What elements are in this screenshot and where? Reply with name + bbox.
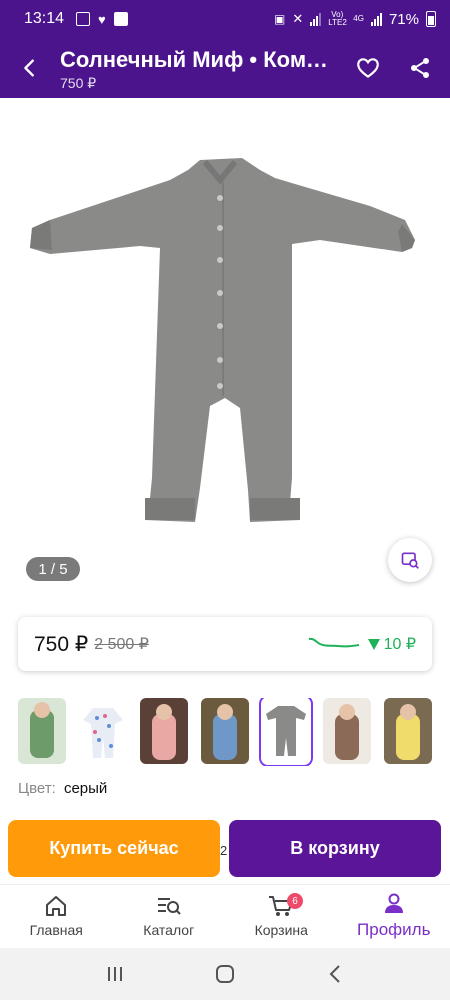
price-drop-value: 10 ₽	[383, 636, 416, 653]
swatch-brown[interactable]	[323, 698, 371, 764]
product-price-subtitle: 750 ₽	[60, 74, 97, 91]
nav-profile-label: Профиль	[357, 920, 431, 939]
color-selection: Цвет: серый	[18, 780, 107, 797]
swatch-blue[interactable]	[201, 698, 249, 764]
swatch-pink[interactable]	[140, 698, 188, 764]
price-trend[interactable]: 10 ₽	[308, 634, 416, 654]
chevron-left-icon	[329, 965, 340, 983]
system-navigation-bar	[0, 948, 450, 1000]
price-card: 750 ₽ 2 500 ₽ 10 ₽	[18, 617, 432, 671]
image-counter: 1 / 5	[26, 557, 80, 581]
nav-catalog-label: Каталог	[143, 922, 195, 938]
nav-home[interactable]: Главная	[0, 885, 113, 948]
nav-profile[interactable]: Профиль	[338, 885, 450, 948]
arrow-left-icon	[24, 59, 34, 77]
add-to-cart-button[interactable]: В корзину	[229, 820, 441, 877]
price-drop-icon	[367, 638, 380, 650]
nav-cart[interactable]: 6 Корзина	[225, 885, 338, 948]
partially-hidden-text: 2	[220, 843, 228, 858]
signal-2-icon	[370, 12, 382, 26]
old-price: 2 500 ₽	[94, 636, 149, 653]
heart-outline-icon	[357, 58, 379, 78]
app-bar: Солнечный Миф • Комбинезон 750 ₽	[0, 38, 450, 98]
recent-apps-button[interactable]	[95, 954, 135, 994]
battery-percent: 71%	[388, 10, 419, 28]
swatch-print[interactable]	[79, 698, 127, 764]
check-notification-icon	[113, 12, 128, 26]
product-gallery[interactable]: 1 / 5	[0, 98, 450, 598]
battery-icon	[426, 11, 436, 27]
status-bar: 13:14 ♥ ▣ ✕ Vo) LTE2 4G 71%	[0, 0, 450, 38]
home-system-button[interactable]	[205, 954, 245, 994]
volte-label: Vo) LTE2	[328, 10, 347, 27]
signal-1-icon	[310, 12, 322, 26]
color-swatches	[18, 698, 450, 766]
swatch-yellow[interactable]	[384, 698, 432, 764]
gallery-notification-icon	[76, 12, 91, 26]
back-system-button[interactable]	[315, 954, 355, 994]
nav-home-label: Главная	[29, 922, 83, 938]
current-price: 750 ₽	[34, 632, 89, 656]
find-similar-button[interactable]	[388, 538, 432, 582]
lock-icon: ▣	[274, 12, 286, 26]
image-search-icon	[401, 552, 419, 569]
recent-apps-icon	[108, 967, 122, 981]
share-icon	[411, 58, 429, 78]
swatch-green[interactable]	[18, 698, 66, 764]
favorite-button[interactable]	[348, 48, 388, 88]
network-label: 4G	[353, 14, 364, 23]
swatch-gray[interactable]	[259, 698, 313, 766]
catalog-search-icon	[157, 898, 181, 915]
nav-catalog[interactable]: Каталог	[113, 885, 226, 948]
heart-rate-notification-icon: ♥	[98, 11, 106, 27]
share-button[interactable]	[400, 48, 440, 88]
bottom-navigation: Главная Каталог 6 Корзина Профиль	[0, 884, 450, 948]
profile-icon	[384, 893, 403, 913]
status-time: 13:14	[24, 10, 65, 27]
home-icon	[46, 896, 67, 916]
home-square-icon	[216, 965, 234, 983]
mute-icon: ✕	[292, 11, 304, 26]
nav-cart-label: Корзина	[254, 922, 308, 938]
product-image-gray-jumpsuit	[30, 158, 415, 522]
color-value: серый	[63, 780, 108, 797]
buy-now-button[interactable]: Купить сейчас	[8, 820, 220, 877]
back-button[interactable]	[0, 38, 60, 98]
color-label: Цвет:	[18, 780, 56, 797]
cart-badge: 6	[287, 893, 303, 909]
price-trend-sparkline-icon	[308, 637, 359, 648]
product-title: Солнечный Миф • Комбинезон	[60, 46, 330, 72]
